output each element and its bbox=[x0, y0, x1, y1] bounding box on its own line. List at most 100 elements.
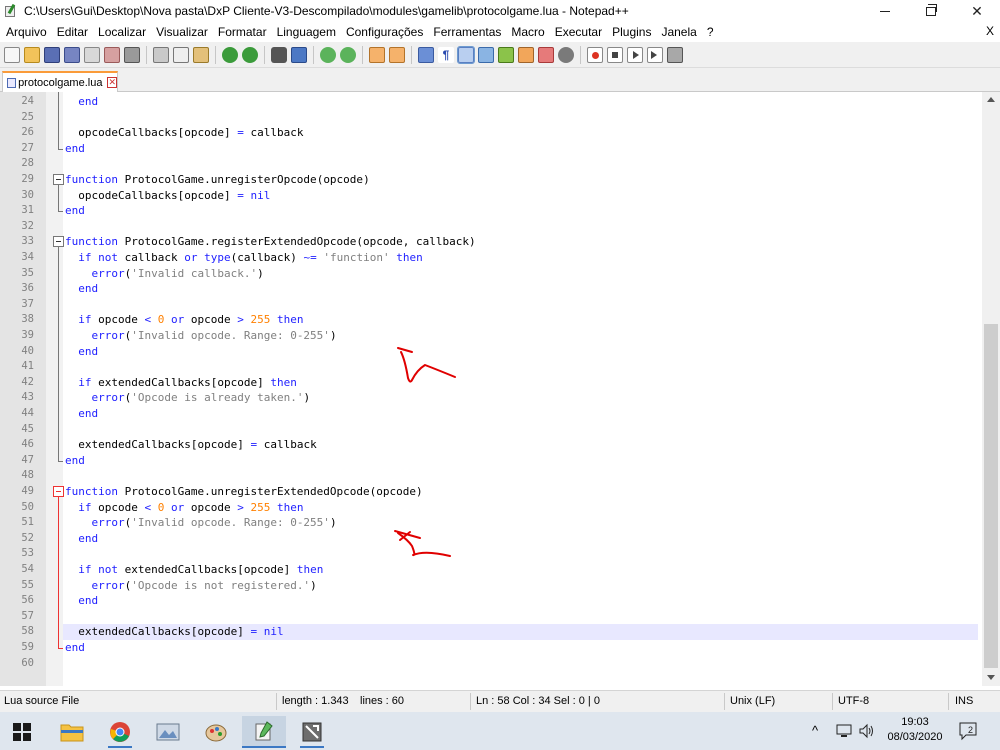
print-icon[interactable] bbox=[124, 46, 140, 63]
code-line[interactable]: 57 bbox=[0, 609, 980, 625]
code-line[interactable]: 54 if not extendedCallbacks[opcode] then bbox=[0, 562, 980, 578]
close-document-button[interactable]: X bbox=[986, 24, 994, 38]
code-line[interactable]: 25 bbox=[0, 110, 980, 126]
taskbar-chrome[interactable] bbox=[98, 716, 142, 748]
monitoring-icon[interactable] bbox=[558, 46, 574, 63]
menu-executar[interactable]: Executar bbox=[551, 25, 606, 39]
close-all-icon[interactable] bbox=[104, 46, 120, 63]
code-line[interactable]: 28 bbox=[0, 156, 980, 172]
new-file-icon[interactable] bbox=[4, 46, 20, 63]
copy-icon[interactable] bbox=[173, 46, 189, 63]
code-line[interactable]: 53 bbox=[0, 546, 980, 562]
maximize-button[interactable] bbox=[908, 0, 954, 22]
menu-arquivo[interactable]: Arquivo bbox=[2, 25, 51, 39]
code-line[interactable]: 60 bbox=[0, 656, 980, 672]
scroll-up-icon[interactable] bbox=[987, 97, 995, 102]
code-line[interactable]: 30 opcodeCallbacks[opcode] = nil bbox=[0, 188, 980, 204]
code-line[interactable]: 32 bbox=[0, 219, 980, 235]
sync-vertical-icon[interactable] bbox=[369, 46, 385, 63]
paste-icon[interactable] bbox=[193, 46, 209, 63]
open-file-icon[interactable] bbox=[24, 46, 40, 63]
system-clock[interactable]: 19:03 08/03/2020 bbox=[880, 715, 950, 745]
stop-macro-icon[interactable] bbox=[607, 46, 623, 63]
indent-guide-icon[interactable] bbox=[457, 45, 475, 64]
code-line[interactable]: 42 if extendedCallbacks[opcode] then bbox=[0, 375, 980, 391]
code-line[interactable]: 55 error('Opcode is not registered.') bbox=[0, 578, 980, 594]
tray-overflow-chevron[interactable]: ^ bbox=[812, 723, 818, 738]
code-line[interactable]: 59 end bbox=[0, 640, 980, 656]
code-editor[interactable]: 24 end 25 26 opcodeCallbacks[opcode] = cal… bbox=[0, 92, 1000, 686]
undo-icon[interactable] bbox=[222, 46, 238, 63]
code-line[interactable]: 43 error('Opcode is already taken.') bbox=[0, 390, 980, 406]
code-line[interactable]: 34 if not callback or type(callback) ~= … bbox=[0, 250, 980, 266]
code-line[interactable]: 24 end bbox=[0, 94, 980, 110]
taskbar-file-explorer[interactable] bbox=[50, 716, 94, 748]
taskbar-notepadpp[interactable] bbox=[242, 716, 286, 748]
network-icon[interactable] bbox=[836, 724, 852, 738]
play-macro-icon[interactable] bbox=[627, 46, 643, 63]
volume-icon[interactable] bbox=[858, 723, 876, 739]
code-line[interactable]: 44 end bbox=[0, 406, 980, 422]
code-line[interactable]: 41 bbox=[0, 359, 980, 375]
replace-icon[interactable] bbox=[291, 46, 307, 63]
menu-visualizar[interactable]: Visualizar bbox=[152, 25, 212, 39]
cut-icon[interactable] bbox=[153, 46, 169, 63]
code-line[interactable]: 33 function ProtocolGame.registerExtended… bbox=[0, 234, 980, 250]
tab-protocolgame[interactable]: protocolgame.lua ✕ bbox=[2, 71, 118, 92]
tab-close-icon[interactable]: ✕ bbox=[107, 77, 117, 88]
save-macro-icon[interactable] bbox=[667, 46, 683, 63]
status-eol[interactable]: Unix (LF) bbox=[730, 695, 775, 707]
run-macro-multiple-icon[interactable] bbox=[647, 46, 663, 63]
zoom-in-icon[interactable] bbox=[320, 46, 336, 63]
menu-editar[interactable]: Editar bbox=[53, 25, 92, 39]
menu-plugins[interactable]: Plugins bbox=[608, 25, 655, 39]
find-icon[interactable] bbox=[271, 46, 287, 63]
code-line[interactable]: 52 end bbox=[0, 531, 980, 547]
menu-formatar[interactable]: Formatar bbox=[214, 25, 271, 39]
menu-ferramentas[interactable]: Ferramentas bbox=[429, 25, 505, 39]
menu-linguagem[interactable]: Linguagem bbox=[273, 25, 340, 39]
taskbar-app-paint[interactable] bbox=[194, 716, 238, 748]
word-wrap-icon[interactable] bbox=[418, 46, 434, 63]
save-all-icon[interactable] bbox=[64, 46, 80, 63]
code-line[interactable]: 51 error('Invalid opcode. Range: 0-255') bbox=[0, 515, 980, 531]
code-line[interactable]: 37 bbox=[0, 297, 980, 313]
redo-icon[interactable] bbox=[242, 46, 258, 63]
code-line[interactable]: 31 end bbox=[0, 203, 980, 219]
save-icon[interactable] bbox=[44, 46, 60, 63]
code-line[interactable]: 39 error('Invalid opcode. Range: 0-255') bbox=[0, 328, 980, 344]
folder-as-workspace-icon[interactable] bbox=[538, 46, 554, 63]
document-map-icon[interactable] bbox=[498, 46, 514, 63]
menu-help[interactable]: ? bbox=[703, 25, 718, 39]
close-window-button[interactable]: ✕ bbox=[954, 0, 1000, 22]
taskbar-app-photos[interactable] bbox=[146, 716, 190, 748]
close-file-icon[interactable] bbox=[84, 46, 100, 63]
taskbar-app-game[interactable] bbox=[290, 716, 334, 748]
code-line[interactable]: 46 extendedCallbacks[opcode] = callback bbox=[0, 437, 980, 453]
sync-horizontal-icon[interactable] bbox=[389, 46, 405, 63]
menu-janela[interactable]: Janela bbox=[657, 25, 700, 39]
menu-macro[interactable]: Macro bbox=[507, 25, 548, 39]
code-line[interactable]: 36 end bbox=[0, 281, 980, 297]
user-defined-language-icon[interactable] bbox=[478, 46, 494, 63]
code-line[interactable]: 56 end bbox=[0, 593, 980, 609]
code-line[interactable]: 45 bbox=[0, 422, 980, 438]
code-line[interactable]: 27 end bbox=[0, 141, 980, 157]
vertical-scrollbar[interactable] bbox=[982, 92, 1000, 686]
menu-localizar[interactable]: Localizar bbox=[94, 25, 150, 39]
menu-configuracoes[interactable]: Configurações bbox=[342, 25, 427, 39]
code-line[interactable]: 38 if opcode < 0 or opcode > 255 then bbox=[0, 312, 980, 328]
code-line-current[interactable]: 58 extendedCallbacks[opcode] = nil bbox=[21, 624, 978, 640]
code-line[interactable]: 35 error('Invalid callback.') bbox=[0, 266, 980, 282]
action-center-button[interactable]: 2 bbox=[958, 721, 980, 741]
show-all-characters-icon[interactable]: ¶ bbox=[438, 46, 454, 63]
start-button[interactable] bbox=[0, 716, 44, 748]
record-macro-icon[interactable] bbox=[587, 46, 603, 63]
minimize-button[interactable] bbox=[862, 0, 908, 22]
scrollbar-thumb[interactable] bbox=[984, 324, 998, 668]
code-line[interactable]: 47 end bbox=[0, 453, 980, 469]
code-line[interactable]: 40 end bbox=[0, 344, 980, 360]
code-line[interactable]: 50 if opcode < 0 or opcode > 255 then bbox=[0, 500, 980, 516]
zoom-out-icon[interactable] bbox=[340, 46, 356, 63]
function-list-icon[interactable] bbox=[518, 46, 534, 63]
